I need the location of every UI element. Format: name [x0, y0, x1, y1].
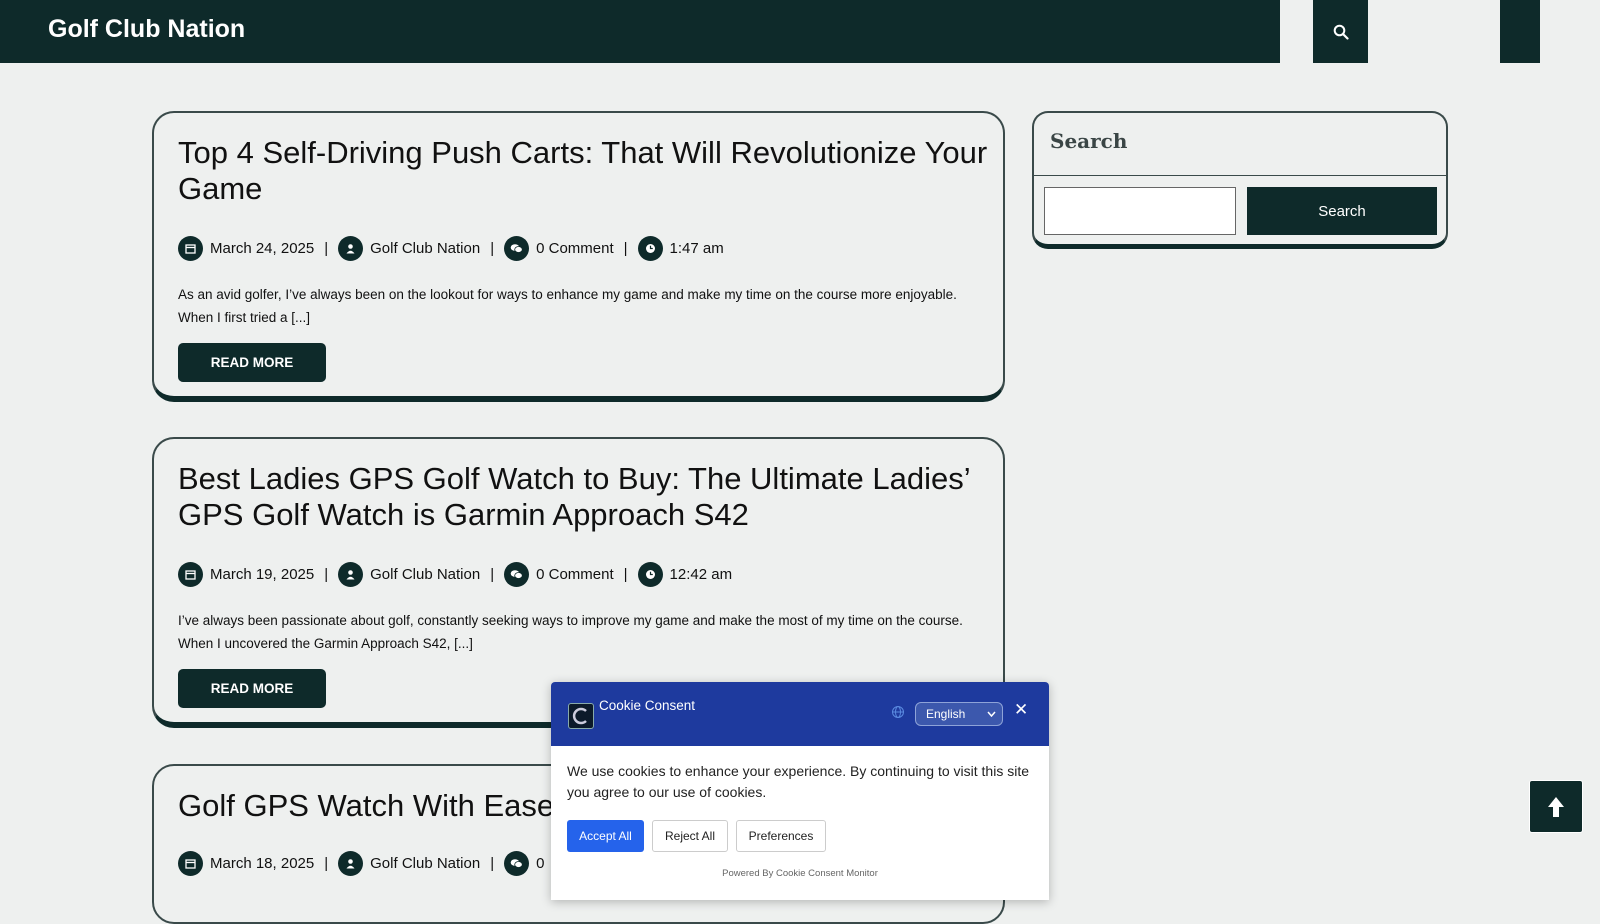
clock-icon [637, 236, 663, 261]
scroll-to-top-button[interactable] [1529, 780, 1583, 833]
post-meta: March 24, 2025 | Golf Club Nation | 0 Co… [178, 236, 724, 261]
search-widget: Search Search [1032, 111, 1448, 249]
top-header-bar: Golf Club Nation [0, 0, 1280, 63]
chevron-down-icon [987, 711, 996, 717]
post-meta: March 18, 2025 | Golf Club Nation | 0 [178, 851, 544, 876]
post-time: 12:42 am [669, 566, 733, 583]
read-more-button[interactable]: READ MORE [178, 669, 326, 708]
meta-separator: | [490, 855, 495, 872]
header-menu-block[interactable] [1500, 0, 1540, 63]
search-icon [1333, 24, 1349, 40]
meta-separator: | [324, 240, 329, 257]
cookie-consent-banner: Cookie Consent English ✕ We use cookies … [551, 682, 1049, 900]
post-card: Top 4 Self-Driving Push Carts: That Will… [152, 111, 1005, 402]
search-input[interactable] [1044, 187, 1236, 235]
language-select-value: English [926, 707, 966, 721]
post-comments[interactable]: 0 [536, 855, 544, 872]
reject-all-button[interactable]: Reject All [652, 820, 728, 852]
calendar-icon [178, 562, 203, 587]
search-button[interactable]: Search [1247, 187, 1437, 235]
header-search-button[interactable] [1313, 0, 1368, 63]
post-meta: March 19, 2025 | Golf Club Nation | 0 Co… [178, 562, 732, 587]
post-time: 1:47 am [669, 240, 724, 257]
close-icon[interactable]: ✕ [1014, 700, 1028, 720]
post-date[interactable]: March 24, 2025 [210, 240, 314, 257]
meta-separator: | [324, 566, 329, 583]
comments-icon [504, 236, 530, 261]
post-date[interactable]: March 19, 2025 [210, 566, 314, 583]
user-icon [338, 562, 364, 587]
post-date[interactable]: March 18, 2025 [210, 855, 314, 872]
accept-all-button[interactable]: Accept All [567, 820, 644, 852]
post-comments[interactable]: 0 Comment [536, 240, 614, 257]
arrow-up-icon [1548, 796, 1564, 817]
user-icon [338, 851, 364, 876]
post-excerpt: I’ve always been passionate about golf, … [178, 613, 963, 651]
meta-separator: | [324, 855, 329, 872]
preferences-button[interactable]: Preferences [736, 820, 826, 852]
site-title[interactable]: Golf Club Nation [48, 15, 245, 44]
post-excerpt: As an avid golfer, I’ve always been on t… [178, 287, 957, 325]
cookie-message: We use cookies to enhance your experienc… [567, 763, 1029, 800]
meta-separator: | [623, 566, 628, 583]
user-icon [338, 236, 364, 261]
globe-icon [892, 706, 904, 718]
clock-icon [637, 562, 663, 587]
meta-separator: | [490, 566, 495, 583]
cookie-logo [568, 703, 594, 729]
post-title[interactable]: Top 4 Self-Driving Push Carts: That Will… [178, 135, 988, 207]
meta-separator: | [490, 240, 495, 257]
post-author[interactable]: Golf Club Nation [370, 566, 480, 583]
comments-icon [504, 851, 530, 876]
post-title[interactable]: Best Ladies GPS Golf Watch to Buy: The U… [178, 461, 988, 533]
powered-by-link[interactable]: Powered By Cookie Consent Monitor [551, 868, 1049, 879]
read-more-button[interactable]: READ MORE [178, 343, 326, 382]
widget-title: Search [1050, 129, 1128, 153]
calendar-icon [178, 851, 203, 876]
post-author[interactable]: Golf Club Nation [370, 240, 480, 257]
post-author[interactable]: Golf Club Nation [370, 855, 480, 872]
comments-icon [504, 562, 530, 587]
calendar-icon [178, 236, 203, 261]
cookie-header: Cookie Consent English ✕ [551, 682, 1049, 746]
meta-separator: | [623, 240, 628, 257]
post-comments[interactable]: 0 Comment [536, 566, 614, 583]
cookie-title: Cookie Consent [599, 698, 696, 713]
widget-divider [1034, 175, 1446, 176]
language-select[interactable]: English [915, 702, 1003, 726]
